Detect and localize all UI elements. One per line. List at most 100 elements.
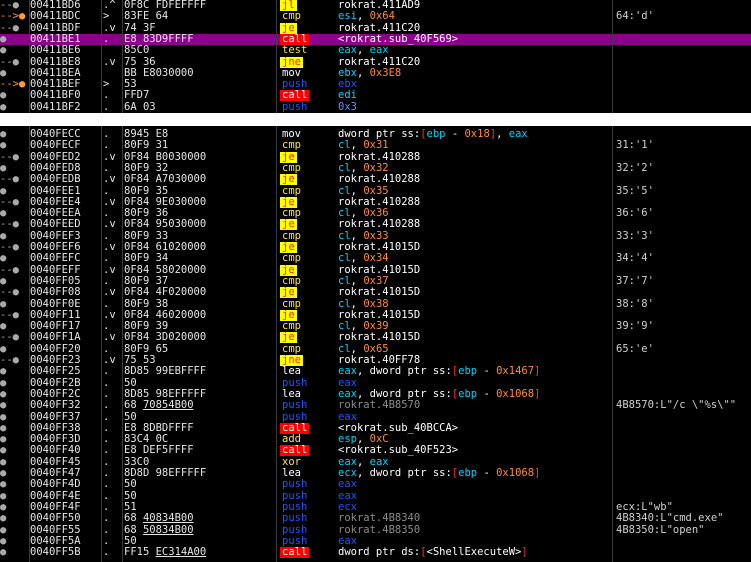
address-cell[interactable]: 0040FF47: [30, 468, 100, 479]
address-cell[interactable]: 0040FF4D: [30, 479, 100, 490]
comment-cell[interactable]: [616, 265, 751, 276]
address-cell[interactable]: 0040FEDB: [30, 174, 100, 185]
address-cell[interactable]: 0040FEFC: [30, 253, 100, 264]
instruction-row[interactable]: -->● 00411BEF >53 push ebx: [0, 79, 751, 90]
comment-cell[interactable]: [616, 197, 751, 208]
instruction-row[interactable]: ● 0040FF25. 8D85 99EBFFFF lea eax, dword ptr…: [0, 366, 751, 377]
address-cell[interactable]: 0040FF1A: [30, 332, 100, 343]
instruction-row[interactable]: ● 0040FF47. 8D8D 98EFFFFF lea ecx, dword ptr…: [0, 468, 751, 479]
instruction-row[interactable]: --● 00411BE8 .v 75 36 jne rokrat.411C20: [0, 56, 751, 68]
comment-cell[interactable]: 32:'2': [616, 163, 751, 174]
instruction-row[interactable]: ● 0040FF05. 80F9 37 cmp cl, 0x37 37:'7': [0, 276, 751, 287]
instruction-row[interactable]: --● 00411BDF .v 74 3F je rokrat.411C20: [0, 22, 751, 34]
address-cell[interactable]: 0040FECF: [30, 140, 100, 151]
comment-cell[interactable]: [616, 434, 751, 445]
address-cell[interactable]: 0040FF3D: [30, 434, 100, 445]
address-cell[interactable]: 0040FF20: [30, 344, 100, 355]
address-cell[interactable]: 0040FF0E: [30, 299, 100, 310]
instruction-row[interactable]: ● 0040FF40. E8 DEF5FFFF call <rokrat.sub_40F…: [0, 445, 751, 457]
comment-cell[interactable]: 35:'5': [616, 186, 751, 197]
comment-cell[interactable]: [616, 0, 751, 11]
instruction-row[interactable]: ● 0040FF50. 68 40834B00 push rokrat.4B8340 4B…: [0, 513, 751, 524]
instruction-row[interactable]: ● 0040FF2B. 50 push eax: [0, 378, 751, 389]
instruction-row[interactable]: ● 0040FF55. 68 50834B00 push rokrat.4B8350 4B…: [0, 525, 751, 536]
comment-cell[interactable]: [616, 412, 751, 423]
comment-cell[interactable]: 4B8340:L"cmd.exe": [616, 513, 751, 524]
instruction-row[interactable]: ● 00411BF2. 6A 03 push 0x3: [0, 102, 751, 113]
address-cell[interactable]: 0040FF38: [30, 423, 100, 434]
address-cell[interactable]: 0040FF5A: [30, 536, 100, 547]
address-cell[interactable]: 0040FF4F: [30, 502, 100, 513]
instruction-row[interactable]: ● 0040FED8. 80F9 32 cmp cl, 0x32 32:'2': [0, 163, 751, 174]
instruction-row[interactable]: ● 0040FF37. 50 push eax: [0, 412, 751, 423]
comment-cell[interactable]: 4B8570:L"/c \"%s\"": [616, 400, 751, 411]
comment-cell[interactable]: [616, 242, 751, 253]
instruction-row[interactable]: ● 0040FF17. 80F9 39 cmp cl, 0x39 39:'9': [0, 321, 751, 332]
instruction-row[interactable]: ● 0040FECC. 8945 E8 mov dword ptr ss:[ebp - …: [0, 129, 751, 140]
address-cell[interactable]: 00411BF2: [30, 102, 100, 113]
comment-cell[interactable]: 38:'8': [616, 299, 751, 310]
comment-cell[interactable]: 33:'3': [616, 231, 751, 242]
address-cell[interactable]: 0040FF05: [30, 276, 100, 287]
instruction-row[interactable]: ● 0040FEF3. 80F9 33 cmp cl, 0x33 33:'3': [0, 231, 751, 242]
address-cell[interactable]: 00411BE6: [30, 45, 100, 56]
address-cell[interactable]: 0040FF55: [30, 525, 100, 536]
instruction-row[interactable]: ● 0040FF3D. 83C4 0C add esp, 0xC: [0, 434, 751, 445]
comment-cell[interactable]: [616, 34, 751, 45]
instruction-row[interactable]: ● 00411BF0. FFD7 call edi: [0, 90, 751, 102]
comment-cell[interactable]: [616, 536, 751, 547]
address-cell[interactable]: 00411BE1: [30, 34, 100, 45]
comment-cell[interactable]: 39:'9': [616, 321, 751, 332]
address-cell[interactable]: 0040FF32: [30, 400, 100, 411]
comment-cell[interactable]: [616, 102, 751, 113]
comment-cell[interactable]: 65:'e': [616, 344, 751, 355]
comment-cell[interactable]: [616, 355, 751, 366]
comment-cell[interactable]: [616, 366, 751, 377]
comment-cell[interactable]: [616, 152, 751, 163]
address-cell[interactable]: 0040FF37: [30, 412, 100, 423]
address-cell[interactable]: 0040FF08: [30, 287, 100, 298]
instruction-row[interactable]: ● 00411BE1. E8 83D9FFFF call <rokrat.sub_40F…: [0, 33, 751, 46]
instruction-row[interactable]: --● 0040FEFF .v 0F84 58020000 je rokrat.41015…: [0, 264, 751, 276]
comment-cell[interactable]: 64:'d': [616, 11, 751, 22]
instruction-row[interactable]: ● 0040FF4D. 50 push eax: [0, 479, 751, 490]
address-cell[interactable]: 0040FEEA: [30, 208, 100, 219]
instruction-row[interactable]: ● 0040FF5A. 50 push eax: [0, 536, 751, 547]
instruction-row[interactable]: ● 0040FEE1. 80F9 35 cmp cl, 0x35 35:'5': [0, 186, 751, 197]
address-cell[interactable]: 0040FF4E: [30, 491, 100, 502]
address-cell[interactable]: 0040FEE4: [30, 197, 100, 208]
comment-cell[interactable]: [616, 23, 751, 34]
instruction-row[interactable]: ● 0040FEFC. 80F9 34 cmp cl, 0x34 34:'4': [0, 253, 751, 264]
instruction-row[interactable]: ● 0040FF20. 80F9 65 cmp cl, 0x65 65:'e': [0, 344, 751, 355]
instruction-row[interactable]: --● 0040FF11 .v 0F84 46020000 je rokrat.41015…: [0, 309, 751, 321]
address-cell[interactable]: 0040FEF3: [30, 231, 100, 242]
address-cell[interactable]: 00411BEA: [30, 68, 100, 79]
comment-cell[interactable]: 31:'1': [616, 140, 751, 151]
comment-cell[interactable]: [616, 389, 751, 400]
comment-cell[interactable]: [616, 129, 751, 140]
address-cell[interactable]: 0040FEFF: [30, 265, 100, 276]
comment-cell[interactable]: [616, 57, 751, 68]
address-cell[interactable]: 0040FEED: [30, 219, 100, 230]
comment-cell[interactable]: 4B8350:L"open": [616, 525, 751, 536]
comment-cell[interactable]: [616, 174, 751, 185]
address-cell[interactable]: 0040FF11: [30, 310, 100, 321]
instruction-row[interactable]: --● 0040FEE4 .v 0F84 9E030000 je rokrat.41028…: [0, 196, 751, 208]
address-cell[interactable]: 00411BF0: [30, 90, 100, 101]
comment-cell[interactable]: [616, 219, 751, 230]
comment-cell[interactable]: [616, 378, 751, 389]
disassembly-pane-top[interactable]: --● 00411BD6 .^ 0F8C FDFEFFFF jl rokrat.411AD…: [0, 0, 751, 113]
comment-cell[interactable]: [616, 423, 751, 434]
address-cell[interactable]: 0040FF40: [30, 445, 100, 456]
address-cell[interactable]: 0040FF17: [30, 321, 100, 332]
address-cell[interactable]: 00411BDF: [30, 23, 100, 34]
comment-cell[interactable]: 36:'6': [616, 208, 751, 219]
address-cell[interactable]: 0040FEF6: [30, 242, 100, 253]
comment-cell[interactable]: [616, 547, 751, 558]
instruction-row[interactable]: ● 0040FF45. 33C0 xor eax, eax: [0, 457, 751, 468]
address-cell[interactable]: 00411BDC: [30, 11, 100, 22]
instruction-row[interactable]: --● 0040FEF6 .v 0F84 61020000 je rokrat.41015…: [0, 242, 751, 253]
comment-cell[interactable]: 37:'7': [616, 276, 751, 287]
instruction-row[interactable]: -->● 00411BDC >83FE 64 cmp esi, 0x64 64:'d': [0, 11, 751, 22]
comment-cell[interactable]: [616, 468, 751, 479]
